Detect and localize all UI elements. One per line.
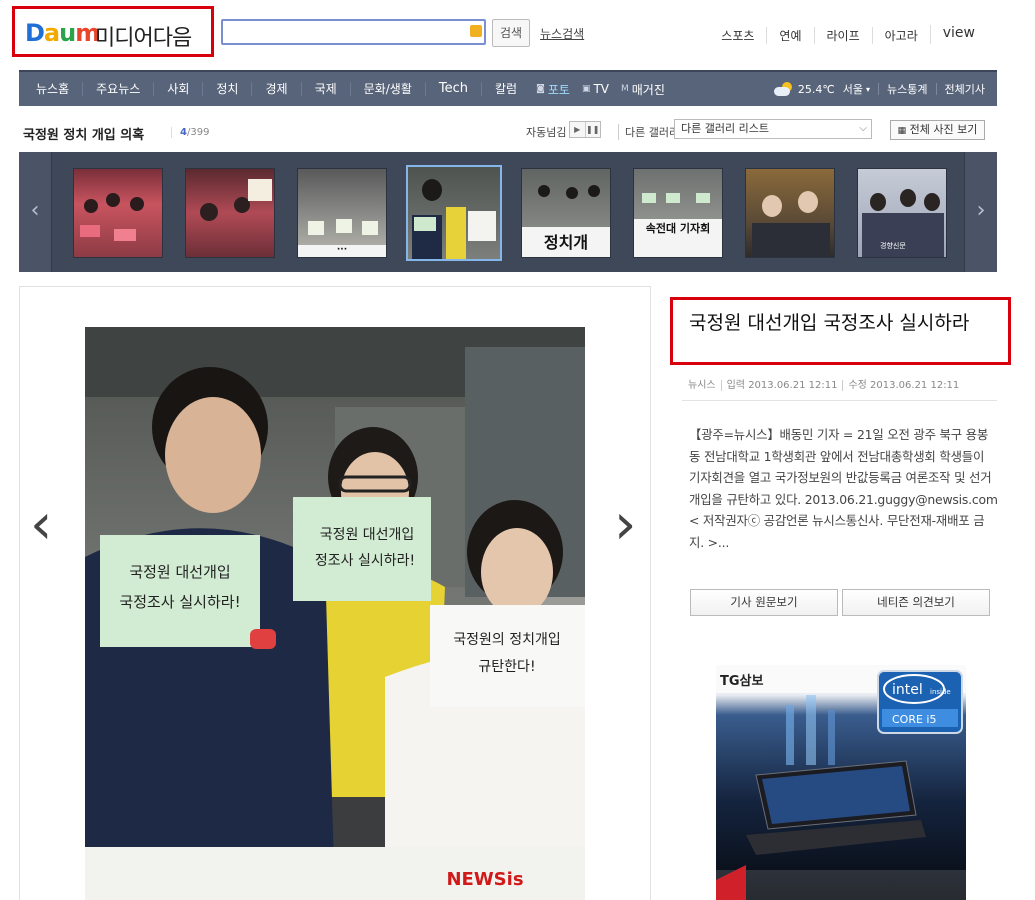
- photo-prev-arrow-icon[interactable]: ‹: [30, 497, 60, 557]
- thumbnail-strip: ‹ ··· 정치개 속전대 기자회 경향신문 ›: [19, 152, 997, 272]
- view-original-article-button[interactable]: 기사 원문보기: [690, 589, 838, 616]
- autoplay-label: 자동넘김: [526, 126, 567, 139]
- main-photo-image: 국정원 대선개입 국정조사 실시하라! 국정원 대선개입 정조사 실시하라! 국…: [85, 327, 585, 900]
- nav-item-tech[interactable]: Tech: [424, 82, 481, 96]
- header: Daum 미디어다음 검색 뉴스검색 스포츠 연예 라이프 아고라 view: [0, 0, 1035, 70]
- autoplay-controls: ▶ ❚❚: [569, 121, 601, 138]
- nav-news-stats[interactable]: 뉴스통계: [887, 81, 927, 97]
- nav-all-articles[interactable]: 전체기사: [945, 81, 985, 97]
- top-link-life[interactable]: 라이프: [813, 27, 872, 44]
- top-link-view[interactable]: view: [929, 25, 987, 44]
- weather-temp: 25.4℃: [797, 82, 835, 96]
- grid-icon: ▦: [897, 126, 907, 136]
- strip-next-arrow-icon[interactable]: ›: [964, 152, 997, 272]
- site-logo[interactable]: Daum 미디어다음: [12, 6, 214, 57]
- article-meta: 뉴시스 입력 2013.06.21 12:11 수정 2013.06.21 12:1…: [688, 376, 960, 391]
- gallery-select[interactable]: 다른 갤러리 리스트 ⌵: [674, 119, 872, 139]
- magazine-icon: M: [621, 84, 629, 94]
- article-buttons: 기사 원문보기 네티즌 의견보기: [690, 589, 994, 616]
- thumbnail[interactable]: 경향신문: [857, 168, 947, 258]
- sign1-line1: 국정원 대선개입: [129, 563, 230, 581]
- logo-text: 미디어다음: [95, 26, 192, 51]
- nav-item-main-news[interactable]: 주요뉴스: [82, 82, 153, 96]
- nav-item-culture[interactable]: 문화/생활: [349, 82, 425, 96]
- advertisement[interactable]: TG삼보 intel inside CORE i5: [716, 665, 966, 900]
- main-photo[interactable]: 국정원 대선개입 국정조사 실시하라! 국정원 대선개입 정조사 실시하라! 국…: [85, 327, 585, 900]
- pause-icon[interactable]: ❚❚: [584, 122, 601, 137]
- sign1-line2: 국정조사 실시하라!: [119, 593, 240, 611]
- gallery-counter: 4/399: [171, 127, 209, 138]
- photo-next-arrow-icon[interactable]: ›: [614, 497, 644, 557]
- thumbnail-banner: 속전대 기자회: [634, 219, 722, 257]
- nav-media-photo[interactable]: ◙ 포토: [530, 81, 576, 98]
- thumbnail[interactable]: ···: [297, 168, 387, 258]
- ad-image: TG삼보 intel inside CORE i5: [716, 665, 966, 900]
- camera-icon: ◙: [536, 84, 545, 94]
- top-links: 스포츠 연예 라이프 아고라 view: [709, 25, 987, 44]
- gallery-title: 국정원 정치 개입 의혹: [23, 128, 145, 143]
- article-summary: 【광주=뉴시스】배동민 기자 = 21일 오전 광주 북구 용봉동 전남대학교 …: [689, 427, 998, 550]
- divider: [682, 400, 997, 401]
- daum-logo: Daum: [25, 19, 100, 47]
- thumbnail-banner: 정치개: [522, 227, 610, 257]
- sign2-line2: 정조사 실시하라!: [315, 553, 415, 569]
- nav-item-world[interactable]: 국제: [300, 82, 350, 96]
- main-nav: 뉴스홈 주요뉴스 사회 정치 경제 국제 문화/생활 Tech 칼럼 ◙ 포토 ▣…: [19, 70, 997, 106]
- thumbnail[interactable]: [745, 168, 835, 258]
- play-icon[interactable]: ▶: [570, 122, 585, 137]
- article-input-time: 입력 2013.06.21 12:11: [720, 380, 838, 391]
- search-button[interactable]: 검색: [492, 19, 530, 47]
- sign3-line2: 규탄한다!: [478, 659, 535, 675]
- article-edit-time: 수정 2013.06.21 12:11: [842, 380, 960, 391]
- nav-item-column[interactable]: 칼럼: [481, 82, 530, 96]
- top-link-agora[interactable]: 아고라: [871, 27, 930, 44]
- article-headline: 국정원 대선개입 국정조사 실시하라: [670, 297, 1011, 365]
- photo-viewer: ‹ 국정원 대선개입 국정조사 실시하라! 국정원 대선개입 정조사 실시하라!…: [19, 286, 651, 900]
- news-search-link[interactable]: 뉴스검색: [540, 25, 584, 42]
- weather-city[interactable]: 서울: [843, 81, 863, 97]
- thumbnail[interactable]: [185, 168, 275, 258]
- nav-item-politics[interactable]: 정치: [202, 82, 251, 96]
- view-all-photos-button[interactable]: ▦ 전체 사진 보기: [890, 120, 985, 140]
- nav-media-tv[interactable]: ▣ TV: [576, 82, 615, 96]
- search-input[interactable]: [221, 19, 486, 45]
- top-link-entertainment[interactable]: 연예: [766, 27, 813, 44]
- strip-prev-arrow-icon[interactable]: ‹: [19, 152, 52, 272]
- search-dropdown-icon[interactable]: [470, 25, 482, 37]
- thumbnail[interactable]: 정치개: [521, 168, 611, 258]
- nav-media-magazine[interactable]: M 매거진: [615, 81, 671, 98]
- ad-chip: intel: [892, 682, 923, 698]
- nav-item-society[interactable]: 사회: [153, 82, 202, 96]
- ad-chip-model: CORE i5: [892, 713, 936, 726]
- thumbnail-watermark: 경향신문: [880, 242, 906, 250]
- other-gallery-label: 다른 갤러리: [618, 124, 679, 140]
- weather-partly-cloudy-icon: [773, 82, 794, 96]
- ad-brand: TG삼보: [720, 673, 763, 689]
- thumbnail-active[interactable]: [406, 165, 502, 261]
- ad-chip-sub: inside: [930, 688, 951, 696]
- article-source[interactable]: 뉴시스: [688, 380, 716, 391]
- photo-watermark: NEWSis: [446, 869, 523, 890]
- chevron-down-icon[interactable]: ▾: [866, 85, 870, 94]
- sign2-line1: 국정원 대선개입: [320, 527, 415, 543]
- top-link-sports[interactable]: 스포츠: [709, 27, 766, 44]
- view-comments-button[interactable]: 네티즌 의견보기: [842, 589, 990, 616]
- chevron-down-icon: ⌵: [859, 123, 867, 134]
- thumbnail[interactable]: [73, 168, 163, 258]
- tv-icon: ▣: [581, 84, 591, 94]
- nav-item-news-home[interactable]: 뉴스홈: [23, 82, 82, 96]
- nav-item-economy[interactable]: 경제: [251, 82, 300, 96]
- sign3-line1: 국정원의 정치개입: [453, 632, 561, 648]
- thumbnail[interactable]: 속전대 기자회: [633, 168, 723, 258]
